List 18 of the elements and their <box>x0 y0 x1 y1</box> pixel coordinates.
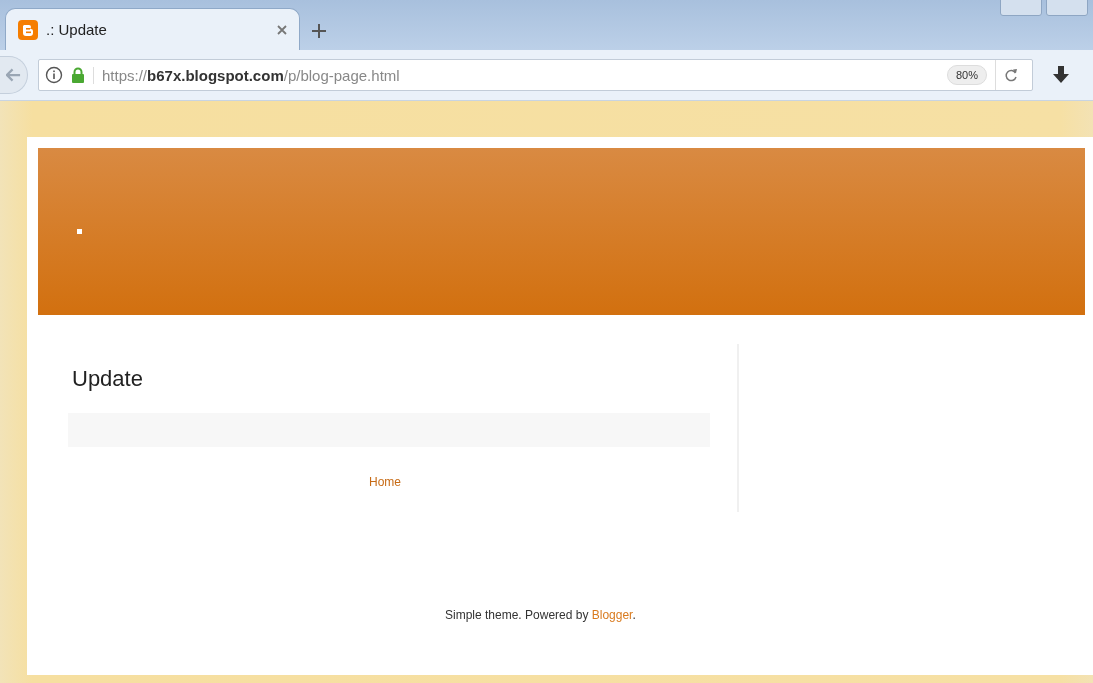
back-arrow-icon <box>6 68 21 82</box>
address-field[interactable]: https://b67x.blogspot.com/p/blog-page.html 80% <box>38 59 1033 91</box>
home-link[interactable]: Home <box>369 475 401 489</box>
post-title: Update <box>72 366 143 392</box>
download-arrow-icon <box>1053 66 1069 84</box>
browser-tab[interactable]: .: Update <box>5 8 300 50</box>
info-icon <box>45 66 63 84</box>
close-icon <box>277 25 287 35</box>
footer-text: Simple theme. Powered by Blogger. <box>445 608 637 622</box>
plus-icon <box>312 24 326 38</box>
blogger-logo-icon <box>18 19 38 40</box>
zoom-badge[interactable]: 80% <box>946 65 987 85</box>
back-button[interactable] <box>0 56 28 94</box>
reload-icon <box>1004 68 1018 82</box>
header-title-mark <box>77 229 82 234</box>
tab-title: .: Update <box>46 21 108 38</box>
url-text: https://b67x.blogspot.com/p/blog-page.html <box>93 66 939 84</box>
lock-icon <box>71 67 85 83</box>
